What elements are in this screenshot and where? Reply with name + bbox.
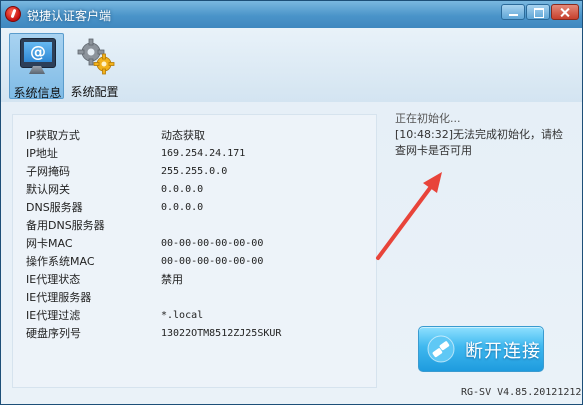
title-bar[interactable]: 锐捷认证客户端 (1, 1, 582, 28)
status-log: 正在初始化... [10:48:32]无法完成初始化，请检 查网卡是否可用 (395, 111, 571, 159)
red-arrow-annotation (376, 172, 442, 260)
disconnect-button[interactable]: 断开连接 (418, 326, 544, 372)
status-error-continued: 查网卡是否可用 (395, 144, 472, 157)
window-title: 锐捷认证客户端 (27, 9, 112, 23)
tab-system-config-label: 系统配置 (70, 85, 119, 99)
info-value: 0.0.0.0 (161, 184, 204, 195)
info-value: 13022OTM8512ZJ25SKUR (161, 328, 282, 339)
info-label: 备用DNS服务器 (26, 219, 105, 232)
info-value: 0.0.0.0 (161, 202, 204, 213)
info-label: IP获取方式 (26, 129, 80, 142)
info-label: 默认网关 (26, 183, 70, 196)
version-label: RG-SV V4.85.20121212 (461, 387, 582, 398)
tab-system-info-label: 系统信息 (13, 86, 62, 100)
minimize-button[interactable] (501, 4, 525, 20)
disconnect-button-label: 断开连接 (465, 341, 541, 362)
status-initializing: 正在初始化... (395, 112, 461, 125)
info-value: 255.255.0.0 (161, 166, 228, 177)
info-value: 00-00-00-00-00-00 (161, 238, 264, 249)
info-label: IP地址 (26, 147, 58, 160)
close-button[interactable] (551, 4, 579, 20)
plug-icon (427, 335, 455, 363)
info-label: DNS服务器 (26, 201, 83, 214)
info-value: 00-00-00-00-00-00 (161, 256, 264, 267)
system-info-panel: IP获取方式 动态获取 IP地址 169.254.24.171 子网掩码 255… (12, 114, 377, 388)
toolbar: @ 系统信息 系统配置 (1, 28, 582, 102)
info-label: 操作系统MAC (26, 255, 95, 268)
info-label: 子网掩码 (26, 165, 70, 178)
status-error: [10:48:32]无法完成初始化，请检 (395, 128, 563, 141)
info-value: 动态获取 (161, 129, 205, 142)
tab-system-config[interactable]: 系统配置 (67, 33, 122, 99)
info-value: 禁用 (161, 273, 183, 286)
maximize-button[interactable] (526, 4, 550, 20)
tab-system-info[interactable]: @ 系统信息 (9, 33, 64, 100)
info-label: 网卡MAC (26, 237, 73, 250)
app-logo-icon (5, 6, 21, 22)
gears-icon (77, 38, 115, 75)
info-label: IE代理状态 (26, 273, 81, 286)
info-label: IE代理过滤 (26, 309, 81, 322)
info-value: *.local (161, 310, 204, 321)
info-label: 硬盘序列号 (26, 327, 81, 340)
info-label: IE代理服务器 (26, 291, 92, 304)
info-value: 169.254.24.171 (161, 148, 246, 159)
app-window: 锐捷认证客户端 @ 系统信息 系统配置 IP获取方式 动态获取 IP地址 169… (0, 0, 583, 405)
